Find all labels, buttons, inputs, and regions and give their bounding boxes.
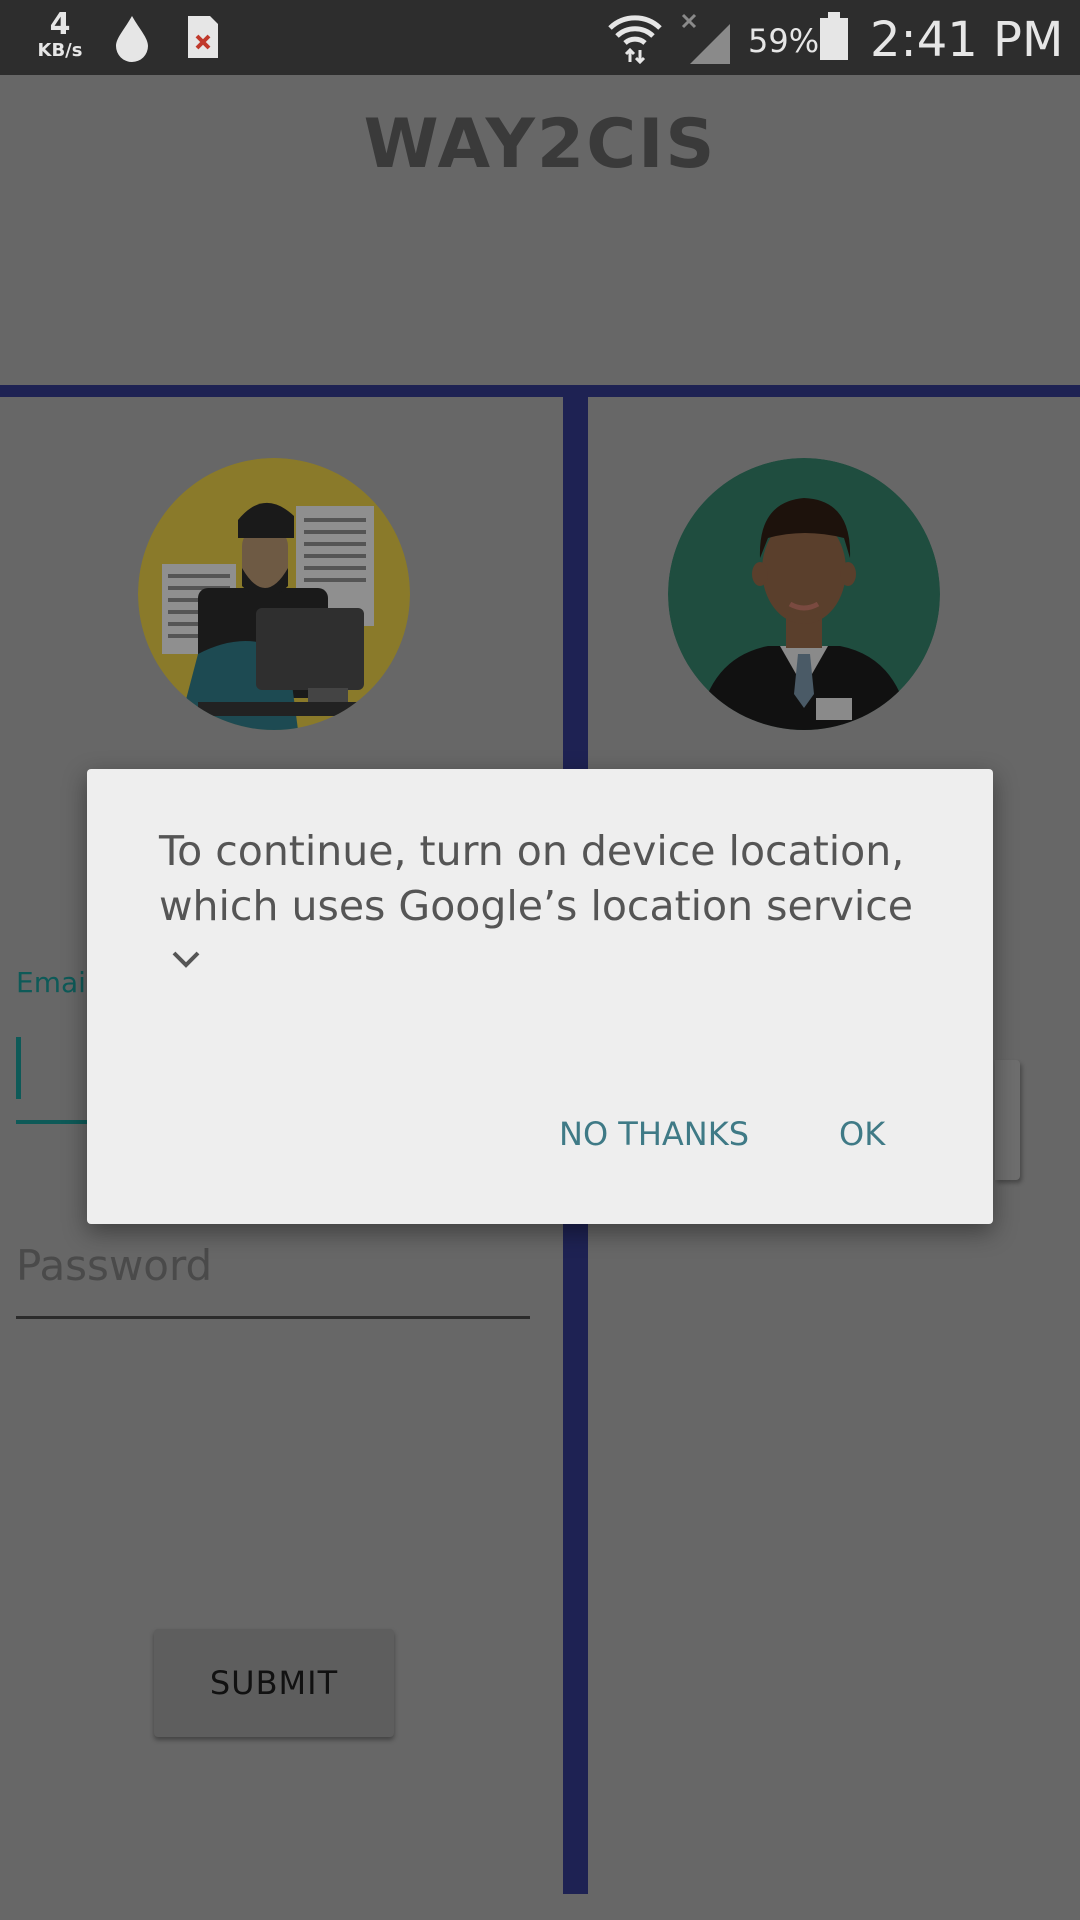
network-speed-unit: KB/s (37, 40, 83, 61)
battery-icon (818, 12, 850, 66)
officer-avatar[interactable] (668, 458, 940, 730)
ok-button[interactable]: OK (827, 1104, 897, 1164)
signal-icon (680, 12, 732, 70)
email-field[interactable] (16, 1037, 21, 1099)
email-label: Email (16, 966, 94, 999)
password-field[interactable] (16, 1235, 526, 1295)
password-underline (16, 1316, 530, 1319)
right-panel-card (995, 1060, 1020, 1180)
network-speed: 4 KB/s (30, 10, 90, 60)
submit-button[interactable]: SUBMIT (154, 1629, 394, 1737)
data-drop-icon (114, 14, 150, 66)
battery-percent: 59% (748, 22, 820, 60)
dialog-message: To continue, turn on device location, wh… (159, 827, 914, 930)
wifi-icon (608, 10, 662, 68)
no-thanks-button[interactable]: NO THANKS (547, 1104, 761, 1164)
sim-error-icon (186, 14, 220, 64)
app-title: WAY2CIS (363, 105, 717, 184)
clock: 2:41 PM (870, 12, 1064, 68)
chevron-down-icon[interactable] (171, 949, 201, 969)
network-speed-value: 4 (49, 7, 71, 42)
horizontal-divider (0, 385, 1080, 397)
status-bar: 4 KB/s 59% 2:41 PM (0, 0, 1080, 75)
location-dialog: To continue, turn on device location, wh… (87, 769, 993, 1224)
staff-avatar[interactable] (138, 458, 410, 730)
